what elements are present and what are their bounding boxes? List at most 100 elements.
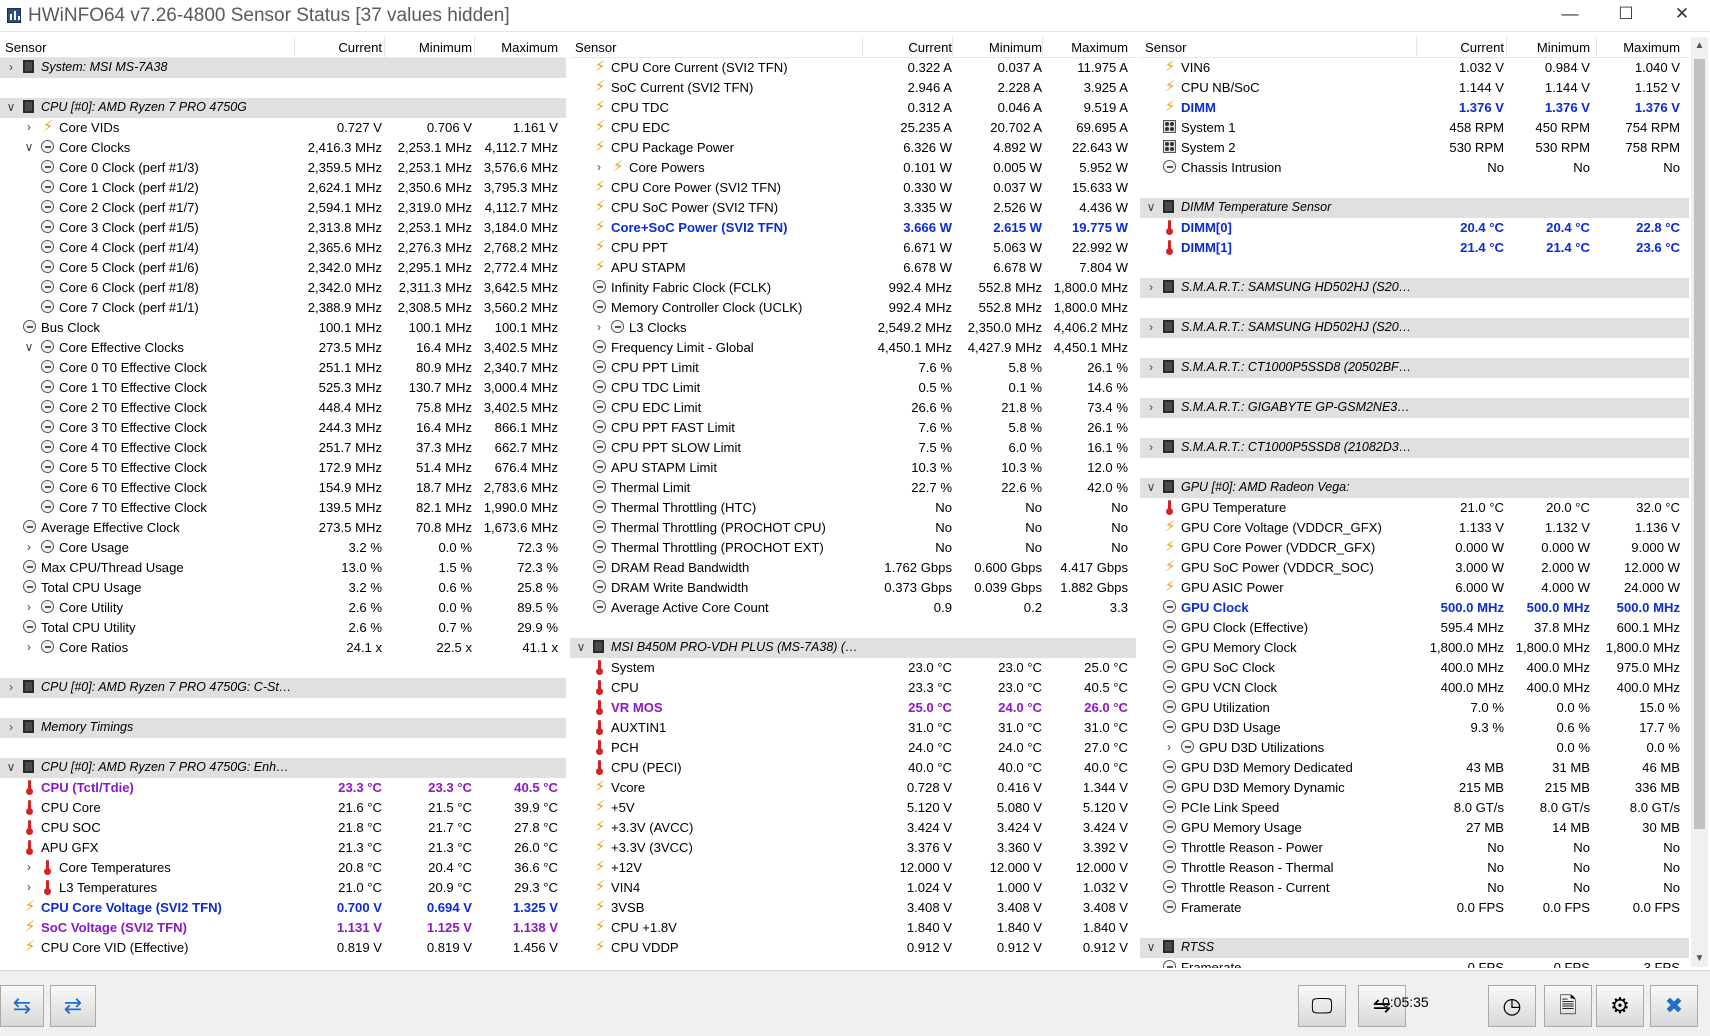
sensor-row[interactable]: CPU (Tctl/Tdie) 23.3 °C 23.3 °C 40.5 °C bbox=[0, 778, 566, 798]
sensor-row[interactable]: GPU SoC Clock 400.0 MHz 400.0 MHz 975.0 MHz bbox=[1140, 658, 1689, 678]
sensor-row[interactable]: Core 5 Clock (perf #1/6) 2,342.0 MHz 2,295… bbox=[0, 258, 566, 278]
expand-chevron-icon[interactable]: › bbox=[5, 720, 17, 734]
column-divider[interactable] bbox=[952, 37, 953, 57]
sensor-row[interactable]: Core 1 T0 Effective Clock 525.3 MHz 130.7 … bbox=[0, 378, 566, 398]
sensor-row[interactable]: GPU Memory Clock 1,800.0 MHz 1,800.0 MHz 1,… bbox=[1140, 638, 1689, 658]
minimize-button[interactable]: — bbox=[1542, 0, 1598, 30]
sensor-row[interactable]: ⚡︎ CPU TDC 0.312 A 0.046 A 9.519 A bbox=[570, 98, 1136, 118]
column-divider[interactable] bbox=[474, 37, 475, 57]
sensor-row[interactable]: DIMM[1] 21.4 °C 21.4 °C 23.6 °C bbox=[1140, 238, 1689, 258]
column-header-sensor[interactable]: Sensor bbox=[575, 40, 617, 55]
sensor-group-header[interactable]: ∨ MSI B450M PRO-VDH PLUS (MS-7A38) (Nu... bbox=[570, 638, 1136, 658]
sensor-row[interactable]: ⚡︎ GPU Core Power (VDDCR_GFX) 0.000 W 0.000… bbox=[1140, 538, 1689, 558]
sensor-row[interactable]: CPU PPT FAST Limit 7.6 % 5.8 % 26.1 % bbox=[570, 418, 1136, 438]
sensor-row[interactable]: VR MOS 25.0 °C 24.0 °C 26.0 °C bbox=[570, 698, 1136, 718]
sensor-row[interactable]: Core 3 Clock (perf #1/5) 2,313.8 MHz 2,253… bbox=[0, 218, 566, 238]
sensor-row[interactable]: Throttle Reason - Thermal No No No bbox=[1140, 858, 1689, 878]
expand-chevron-icon[interactable]: › bbox=[23, 600, 35, 614]
sensor-row[interactable]: ⚡︎ CPU NB/SoC 1.144 V 1.144 V 1.152 V bbox=[1140, 78, 1689, 98]
sensor-group-header[interactable]: ∨ RTSS bbox=[1140, 938, 1689, 958]
sensor-row[interactable]: Infinity Fabric Clock (FCLK) 992.4 MHz 552… bbox=[570, 278, 1136, 298]
sensor-group-header[interactable]: › S.M.A.R.T.: SAMSUNG HD502HJ (S20BJ... bbox=[1140, 318, 1689, 338]
sensor-row[interactable]: Total CPU Usage 3.2 % 0.6 % 25.8 % bbox=[0, 578, 566, 598]
sensor-row[interactable]: › Core Utility 2.6 % 0.0 % 89.5 % bbox=[0, 598, 566, 618]
sensor-panel-2[interactable]: Sensor Current Minimum Maximum ⚡︎ CPU Core Cu… bbox=[570, 37, 1136, 968]
sensor-row[interactable]: ⚡︎ CPU VDDP 0.912 V 0.912 V 0.912 V bbox=[570, 938, 1136, 958]
sensor-row[interactable]: PCH 24.0 °C 24.0 °C 27.0 °C bbox=[570, 738, 1136, 758]
sensor-row[interactable]: ⚡︎ Vcore 0.728 V 0.416 V 1.344 V bbox=[570, 778, 1136, 798]
expand-chevron-icon[interactable]: › bbox=[1145, 360, 1157, 374]
sensor-row[interactable]: ⚡︎ CPU SoC Power (SVI2 TFN) 3.335 W 2.526 W… bbox=[570, 198, 1136, 218]
sensor-row[interactable]: APU STAPM Limit 10.3 % 10.3 % 12.0 % bbox=[570, 458, 1136, 478]
column-divider[interactable] bbox=[294, 37, 295, 57]
expand-chevron-icon[interactable]: › bbox=[23, 880, 35, 894]
collapse-chevron-icon[interactable]: ∨ bbox=[5, 760, 17, 774]
sensor-row[interactable]: GPU Temperature 21.0 °C 20.0 °C 32.0 °C bbox=[1140, 498, 1689, 518]
sensor-row[interactable]: GPU D3D Memory Dynamic 215 MB 215 MB 336 MB bbox=[1140, 778, 1689, 798]
sensor-row[interactable]: DIMM[0] 20.4 °C 20.4 °C 22.8 °C bbox=[1140, 218, 1689, 238]
sensor-row[interactable]: CPU 23.3 °C 23.0 °C 40.5 °C bbox=[570, 678, 1136, 698]
collapse-chevron-icon[interactable]: ∨ bbox=[23, 140, 35, 154]
expand-chevron-icon[interactable]: › bbox=[23, 540, 35, 554]
sensor-row[interactable]: GPU Clock (Effective) 595.4 MHz 37.8 MHz 60… bbox=[1140, 618, 1689, 638]
sensor-row[interactable]: GPU D3D Usage 9.3 % 0.6 % 17.7 % bbox=[1140, 718, 1689, 738]
sensor-row[interactable]: › L3 Temperatures 21.0 °C 20.9 °C 29.3 °C bbox=[0, 878, 566, 898]
expand-chevron-icon[interactable]: › bbox=[593, 320, 605, 334]
sensor-row[interactable]: ⚡︎ +3.3V (3VCC) 3.376 V 3.360 V 3.392 V bbox=[570, 838, 1136, 858]
sensor-row[interactable]: Core 0 Clock (perf #1/3) 2,359.5 MHz 2,253… bbox=[0, 158, 566, 178]
sensor-row[interactable]: Throttle Reason - Power No No No bbox=[1140, 838, 1689, 858]
sensor-row[interactable]: Throttle Reason - Current No No No bbox=[1140, 878, 1689, 898]
sensor-row[interactable]: ⚡︎ CPU Core Current (SVI2 TFN) 0.322 A 0.03… bbox=[570, 58, 1136, 78]
collapse-chevron-icon[interactable]: ∨ bbox=[1145, 940, 1157, 954]
column-divider[interactable] bbox=[1416, 37, 1417, 57]
column-header-minimum[interactable]: Minimum bbox=[386, 40, 472, 55]
sensor-row[interactable]: Thermal Throttling (PROCHOT EXT) No No No bbox=[570, 538, 1136, 558]
column-divider[interactable] bbox=[1596, 37, 1597, 57]
collapse-chevron-icon[interactable]: ∨ bbox=[1145, 200, 1157, 214]
column-header-current[interactable]: Current bbox=[866, 40, 952, 55]
sensor-row[interactable]: ⚡︎ VIN6 1.032 V 0.984 V 1.040 V bbox=[1140, 58, 1689, 78]
sensor-row[interactable]: ⚡︎ CPU EDC 25.235 A 20.702 A 69.695 A bbox=[570, 118, 1136, 138]
expand-chevron-icon[interactable]: › bbox=[23, 640, 35, 654]
sensor-row[interactable]: ⚡︎ GPU Core Voltage (VDDCR_GFX) 1.133 V 1.1… bbox=[1140, 518, 1689, 538]
sensor-row[interactable]: ⚡︎ GPU SoC Power (VDDCR_SOC) 3.000 W 2.000 … bbox=[1140, 558, 1689, 578]
sensor-row[interactable]: Core 0 T0 Effective Clock 251.1 MHz 80.9 M… bbox=[0, 358, 566, 378]
sensor-row[interactable]: Core 2 Clock (perf #1/7) 2,594.1 MHz 2,319… bbox=[0, 198, 566, 218]
sensor-row[interactable]: System 1 458 RPM 450 RPM 754 RPM bbox=[1140, 118, 1689, 138]
sensor-row[interactable]: System 2 530 RPM 530 RPM 758 RPM bbox=[1140, 138, 1689, 158]
sensor-row[interactable]: Bus Clock 100.1 MHz 100.1 MHz 100.1 MHz bbox=[0, 318, 566, 338]
sensor-row[interactable]: › Core Usage 3.2 % 0.0 % 72.3 % bbox=[0, 538, 566, 558]
close-button[interactable]: ✕ bbox=[1654, 0, 1710, 30]
sensor-row[interactable]: Memory Controller Clock (UCLK) 992.4 MHz 5… bbox=[570, 298, 1136, 318]
sensor-row[interactable]: › GPU D3D Utilizations 0.0 % 0.0 % bbox=[1140, 738, 1689, 758]
sensor-row[interactable]: Core 4 T0 Effective Clock 251.7 MHz 37.3 M… bbox=[0, 438, 566, 458]
monitor-button[interactable]: 🖵 bbox=[1298, 985, 1346, 1027]
sensor-row[interactable]: CPU SOC 21.8 °C 21.7 °C 27.8 °C bbox=[0, 818, 566, 838]
sensor-row[interactable]: ⚡︎ CPU +1.8V 1.840 V 1.840 V 1.840 V bbox=[570, 918, 1136, 938]
sensor-row[interactable]: Thermal Throttling (PROCHOT CPU) No No No bbox=[570, 518, 1136, 538]
expand-chevron-icon[interactable]: › bbox=[5, 680, 17, 694]
column-header-maximum[interactable]: Maximum bbox=[1596, 40, 1680, 55]
sensor-row[interactable]: GPU D3D Memory Dedicated 43 MB 31 MB 46 MB bbox=[1140, 758, 1689, 778]
sensor-row[interactable]: ⚡︎ 3VSB 3.408 V 3.408 V 3.408 V bbox=[570, 898, 1136, 918]
column-header-minimum[interactable]: Minimum bbox=[1508, 40, 1590, 55]
expand-chevron-icon[interactable]: › bbox=[1163, 740, 1175, 754]
sensor-group-header[interactable]: › S.M.A.R.T.: SAMSUNG HD502HJ (S20BJ... bbox=[1140, 278, 1689, 298]
column-divider[interactable] bbox=[1506, 37, 1507, 57]
sensor-row[interactable]: Core 7 Clock (perf #1/1) 2,388.9 MHz 2,308… bbox=[0, 298, 566, 318]
expand-chevron-icon[interactable]: › bbox=[5, 60, 17, 74]
collapse-chevron-icon[interactable]: ∨ bbox=[5, 100, 17, 114]
sensor-row[interactable]: Average Effective Clock 273.5 MHz 70.8 MHz… bbox=[0, 518, 566, 538]
sensor-group-header[interactable]: ∨ CPU [#0]: AMD Ryzen 7 PRO 4750G bbox=[0, 98, 566, 118]
sensor-row[interactable]: ∨ Core Clocks 2,416.3 MHz 2,253.1 MHz 4,112.… bbox=[0, 138, 566, 158]
expand-chevron-icon[interactable]: › bbox=[1145, 320, 1157, 334]
sensor-row[interactable]: AUXTIN1 31.0 °C 31.0 °C 31.0 °C bbox=[570, 718, 1136, 738]
sensor-row[interactable]: CPU TDC Limit 0.5 % 0.1 % 14.6 % bbox=[570, 378, 1136, 398]
sensor-panel-3[interactable]: Sensor Current Minimum Maximum ⚡︎ VIN6 1.032 V… bbox=[1140, 37, 1689, 968]
column-header-current[interactable]: Current bbox=[296, 40, 382, 55]
sensor-row[interactable]: Thermal Limit 22.7 % 22.6 % 42.0 % bbox=[570, 478, 1136, 498]
expand-chevron-icon[interactable]: › bbox=[1145, 280, 1157, 294]
sensor-group-header[interactable]: › S.M.A.R.T.: CT1000P5SSD8 (20502BF2... bbox=[1140, 358, 1689, 378]
sensor-row[interactable]: DRAM Write Bandwidth 0.373 Gbps 0.039 Gbps… bbox=[570, 578, 1136, 598]
sensor-row[interactable]: Framerate 0.0 FPS 0.0 FPS 0.0 FPS bbox=[1140, 898, 1689, 918]
